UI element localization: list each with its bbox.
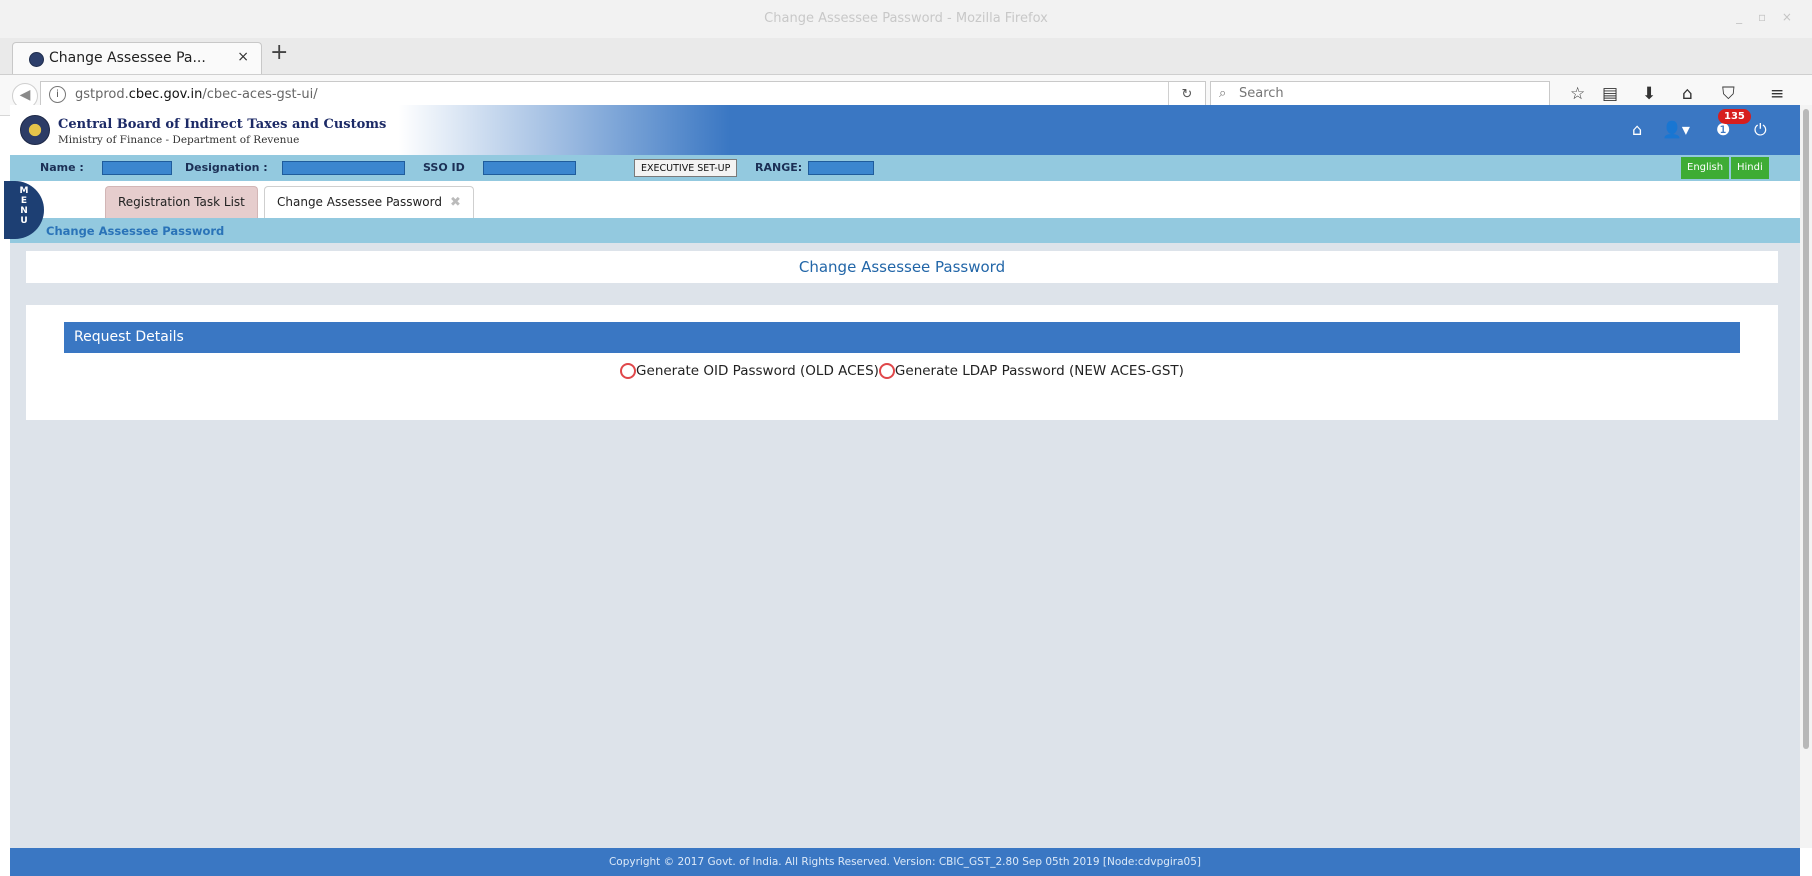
window-controls[interactable]: _ ▫ × [1736, 10, 1798, 24]
reload-icon[interactable]: ↻ [1168, 82, 1205, 107]
hindi-language-button[interactable]: Hindi [1731, 157, 1769, 179]
search-icon: ⌕ [1219, 86, 1227, 101]
tab-change-assessee-password[interactable]: Change Assessee Password ✖ [264, 186, 474, 218]
hamburger-menu-icon[interactable]: ≡ [1770, 84, 1784, 104]
pocket-icon[interactable]: ⛉ [1722, 84, 1735, 104]
page-title-card: Change Assessee Password [26, 251, 1778, 283]
footer: Copyright © 2017 Govt. of India. All Rig… [10, 848, 1800, 876]
cbic-emblem-icon [20, 115, 50, 145]
close-tab-icon[interactable]: ✖ [450, 195, 461, 210]
app-tabs: MENU Registration Task List Change Asses… [4, 181, 1800, 239]
url-text: gstprod.cbec.gov.in/cbec-aces-gst-ui/ [75, 87, 318, 102]
window-title: Change Assessee Password - Mozilla Firef… [764, 11, 1048, 26]
breadcrumb-current: Change Assessee Password [46, 224, 225, 238]
name-label: Name : [40, 161, 84, 174]
radio-oid-password[interactable] [620, 363, 637, 379]
org-subtitle: Ministry of Finance - Department of Reve… [58, 134, 300, 146]
page-title: Change Assessee Password [798, 258, 1006, 276]
sso-id-value-redacted [483, 161, 576, 175]
tab-label: Registration Task List [118, 195, 245, 209]
new-tab-button[interactable]: + [270, 40, 288, 65]
name-value-redacted [102, 161, 172, 175]
range-label: RANGE: [755, 161, 803, 174]
search-input[interactable] [1237, 85, 1531, 102]
user-info-bar: Name : Designation : SSO ID EXECUTIVE SE… [10, 155, 1800, 181]
user-menu-icon[interactable]: 👤▾ [1662, 120, 1690, 139]
downloads-icon[interactable]: ⬇ [1642, 84, 1656, 104]
footer-copyright: Copyright © 2017 Govt. of India. All Rig… [608, 856, 1202, 868]
panel-heading: Request Details [64, 322, 1740, 353]
designation-value-redacted [282, 161, 405, 175]
back-arrow-icon: ◀ [19, 87, 31, 103]
window-titlebar: Change Assessee Password - Mozilla Firef… [0, 0, 1812, 39]
power-logout-icon[interactable]: ⏻ [1754, 120, 1767, 140]
option-label-ldap[interactable]: Generate LDAP Password (NEW ACES-GST) [895, 363, 1184, 379]
password-type-options: Generate OID Password (OLD ACES) Generate… [26, 363, 1778, 379]
request-details-card: Request Details Generate OID Password (O… [26, 305, 1778, 420]
app-header: Central Board of Indirect Taxes and Cust… [10, 105, 1800, 155]
range-value-redacted [808, 161, 874, 175]
tab-label: Change Assessee Password [277, 195, 442, 209]
notification-count-badge: 135 [1718, 109, 1751, 124]
breadcrumb: Change Assessee Password [10, 218, 1800, 243]
url-bar[interactable]: i gstprod.cbec.gov.in/cbec-aces-gst-ui/ … [40, 81, 1206, 108]
scrollbar-thumb[interactable] [1803, 109, 1809, 749]
site-favicon-icon [29, 52, 44, 67]
close-tab-icon[interactable]: × [237, 49, 249, 65]
tab-registration-task-list[interactable]: Registration Task List [105, 186, 258, 218]
radio-ldap-password[interactable] [878, 363, 895, 379]
executive-setup-button[interactable]: EXECUTIVE SET-UP [634, 159, 738, 177]
sso-id-label: SSO ID [423, 161, 465, 174]
english-language-button[interactable]: English [1681, 157, 1730, 179]
bookmark-star-icon[interactable]: ☆ [1570, 84, 1585, 104]
main-content: Change Assessee Password Request Details… [10, 243, 1800, 848]
home-icon[interactable]: ⌂ [1682, 84, 1693, 104]
browser-tab-title: Change Assessee Pa... [49, 50, 206, 66]
home-icon[interactable]: ⌂ [1632, 120, 1642, 139]
site-info-icon[interactable]: i [49, 86, 66, 103]
bookmarks-menu-icon[interactable]: ▤ [1602, 84, 1618, 104]
browser-tab[interactable]: Change Assessee Pa... × [12, 42, 262, 74]
designation-label: Designation : [185, 161, 268, 174]
org-name: Central Board of Indirect Taxes and Cust… [58, 117, 387, 132]
option-label-oid[interactable]: Generate OID Password (OLD ACES) [636, 363, 879, 379]
search-bar[interactable]: ⌕ [1210, 81, 1550, 108]
page-scrollbar[interactable] [1800, 105, 1812, 848]
